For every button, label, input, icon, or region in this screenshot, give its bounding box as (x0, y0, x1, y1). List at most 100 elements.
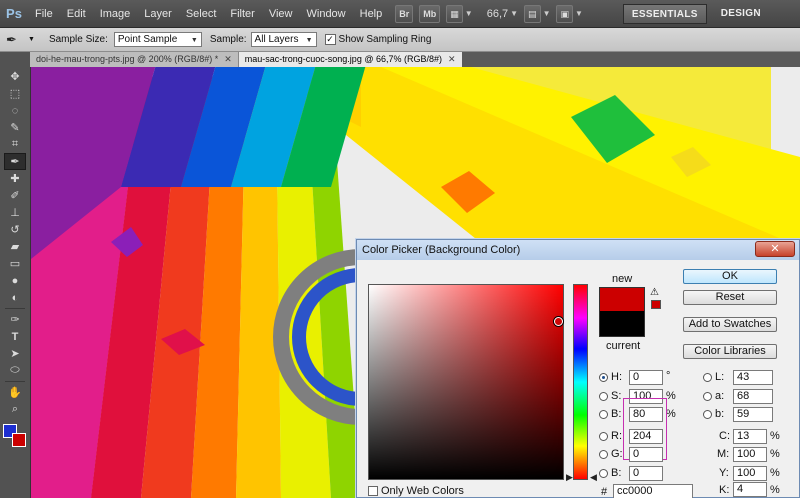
brush-tool-icon[interactable]: ✐ (4, 187, 26, 204)
hue-radio[interactable] (599, 373, 608, 382)
yellow-input[interactable]: 100 (733, 466, 767, 481)
tool-divider (5, 381, 25, 382)
view-extras-button[interactable]: ▦ (446, 4, 463, 23)
menu-window[interactable]: Window (300, 0, 353, 28)
path-selection-tool-icon[interactable]: ➤ (4, 345, 26, 362)
gradient-tool-icon[interactable]: ▭ (4, 255, 26, 272)
crop-tool-icon[interactable]: ⌗ (4, 136, 26, 153)
blur-tool-icon[interactable]: ● (4, 272, 26, 289)
sample-size-select[interactable]: Point Sample (113, 32, 202, 47)
quick-select-tool-icon[interactable]: ✎ (4, 119, 26, 136)
green-radio[interactable] (599, 450, 608, 459)
clone-stamp-tool-icon[interactable]: ⊥ (4, 204, 26, 221)
zoom-tool-icon[interactable]: ⌕ (4, 401, 26, 418)
a-channel-label: a: (715, 390, 725, 402)
add-to-swatches-button[interactable]: Add to Swatches (683, 317, 777, 332)
tool-divider (5, 308, 25, 309)
menu-filter[interactable]: Filter (223, 0, 261, 28)
blue-input[interactable]: 0 (629, 466, 663, 481)
color-libraries-button[interactable]: Color Libraries (683, 344, 777, 359)
menu-edit[interactable]: Edit (60, 0, 93, 28)
history-brush-tool-icon[interactable]: ↺ (4, 221, 26, 238)
background-color-swatch[interactable] (12, 433, 26, 447)
workspace-essentials[interactable]: ESSENTIALS (622, 3, 707, 24)
photoshop-window: Ps File Edit Image Layer Select Filter V… (0, 0, 800, 498)
eyedropper-tool-icon[interactable]: ✒ (4, 153, 26, 170)
lightness-input[interactable]: 43 (733, 370, 773, 385)
dodge-tool-icon[interactable]: ◐ (4, 289, 26, 306)
hue-slider[interactable] (573, 284, 588, 480)
minibridge-button[interactable]: Mb (419, 4, 441, 23)
lightness-radio[interactable] (703, 373, 712, 382)
show-sampling-ring-checkbox[interactable]: ✓ (324, 34, 336, 45)
lightness-label: L: (715, 371, 725, 383)
marquee-tool-icon[interactable]: ⬚ (4, 85, 26, 102)
b-channel-input[interactable]: 59 (733, 407, 773, 422)
a-channel-input[interactable]: 68 (733, 389, 773, 404)
only-web-colors-label: Only Web Colors (381, 485, 464, 497)
shape-tool-icon[interactable]: ⬭ (4, 362, 26, 379)
arrange-documents-button[interactable]: ▤ (524, 4, 541, 23)
tab-doi-he-mau[interactable]: doi-he-mau-trong-pts.jpg @ 200% (RGB/8#)… (30, 52, 239, 67)
close-icon[interactable]: ✕ (224, 52, 232, 67)
green-input[interactable]: 0 (629, 447, 663, 462)
yellow-label: Y: (719, 467, 729, 479)
eraser-tool-icon[interactable]: ▰ (4, 238, 26, 255)
move-tool-icon[interactable]: ✥ (4, 68, 26, 85)
a-channel-radio[interactable] (703, 392, 712, 401)
hue-slider-left-arrow-icon[interactable]: ▶ (566, 472, 573, 483)
brightness-radio[interactable] (599, 410, 608, 419)
gamut-correction-swatch[interactable] (651, 300, 661, 309)
new-color-label: new (612, 273, 633, 285)
pen-tool-icon[interactable]: ✑ (4, 311, 26, 328)
ok-button[interactable]: OK (683, 269, 777, 284)
healing-brush-tool-icon[interactable]: ✚ (4, 170, 26, 187)
menu-help[interactable]: Help (353, 0, 390, 28)
menu-view[interactable]: View (262, 0, 300, 28)
red-radio[interactable] (599, 432, 608, 441)
out-of-gamut-warning-icon[interactable]: ⚠ (650, 287, 659, 298)
options-bar: ✒ ▼ Sample Size: Point Sample Sample: Al… (0, 28, 800, 52)
zoom-level[interactable]: 66,7 (487, 8, 508, 20)
menu-layer[interactable]: Layer (137, 0, 179, 28)
screen-mode-button[interactable]: ▣ (556, 4, 573, 23)
black-label: K: (719, 484, 730, 496)
hand-tool-icon[interactable]: ✋ (4, 384, 26, 401)
cyan-input[interactable]: 13 (733, 429, 767, 444)
saturation-brightness-field[interactable] (368, 284, 564, 480)
type-tool-icon[interactable]: T (4, 328, 26, 345)
only-web-colors-checkbox[interactable] (368, 486, 378, 496)
blue-radio[interactable] (599, 469, 608, 478)
cyan-label: C: (719, 430, 730, 442)
close-icon[interactable]: ✕ (448, 52, 456, 67)
b-channel-label: b: (715, 408, 725, 420)
dialog-titlebar[interactable]: Color Picker (Background Color) ✕ (357, 240, 799, 260)
lasso-tool-icon[interactable]: ◌ (4, 102, 26, 119)
hex-input[interactable]: cc0000 (613, 484, 693, 498)
hue-slider-right-arrow-icon[interactable]: ◀ (590, 472, 597, 483)
saturation-radio[interactable] (599, 392, 608, 401)
menu-image[interactable]: Image (93, 0, 138, 28)
close-button[interactable]: ✕ (755, 241, 795, 257)
chevron-down-icon: ▼ (575, 9, 583, 18)
b-channel-radio[interactable] (703, 410, 712, 419)
hue-unit: ° (666, 370, 671, 382)
black-input[interactable]: 4 (733, 482, 767, 497)
magenta-input[interactable]: 100 (733, 447, 767, 462)
red-label: R: (611, 430, 622, 442)
bridge-button[interactable]: Br (395, 4, 414, 23)
menu-select[interactable]: Select (179, 0, 224, 28)
show-sampling-ring-label: Show Sampling Ring (338, 34, 432, 45)
menu-file[interactable]: File (28, 0, 60, 28)
eyedropper-icon[interactable]: ✒ (6, 32, 28, 48)
chevron-down-icon: ▼ (510, 9, 519, 18)
tab-mau-sac[interactable]: mau-sac-trong-cuoc-song.jpg @ 66,7% (RGB… (238, 52, 462, 67)
red-input[interactable]: 204 (629, 429, 663, 444)
reset-button[interactable]: Reset (683, 290, 777, 305)
chevron-down-icon[interactable]: ▼ (28, 36, 35, 43)
sample-select[interactable]: All Layers (250, 32, 317, 47)
hue-input[interactable]: 0 (629, 370, 663, 385)
current-color-swatch[interactable] (599, 311, 645, 337)
workspace-design[interactable]: DESIGN (713, 4, 769, 24)
color-cursor[interactable] (554, 317, 563, 326)
